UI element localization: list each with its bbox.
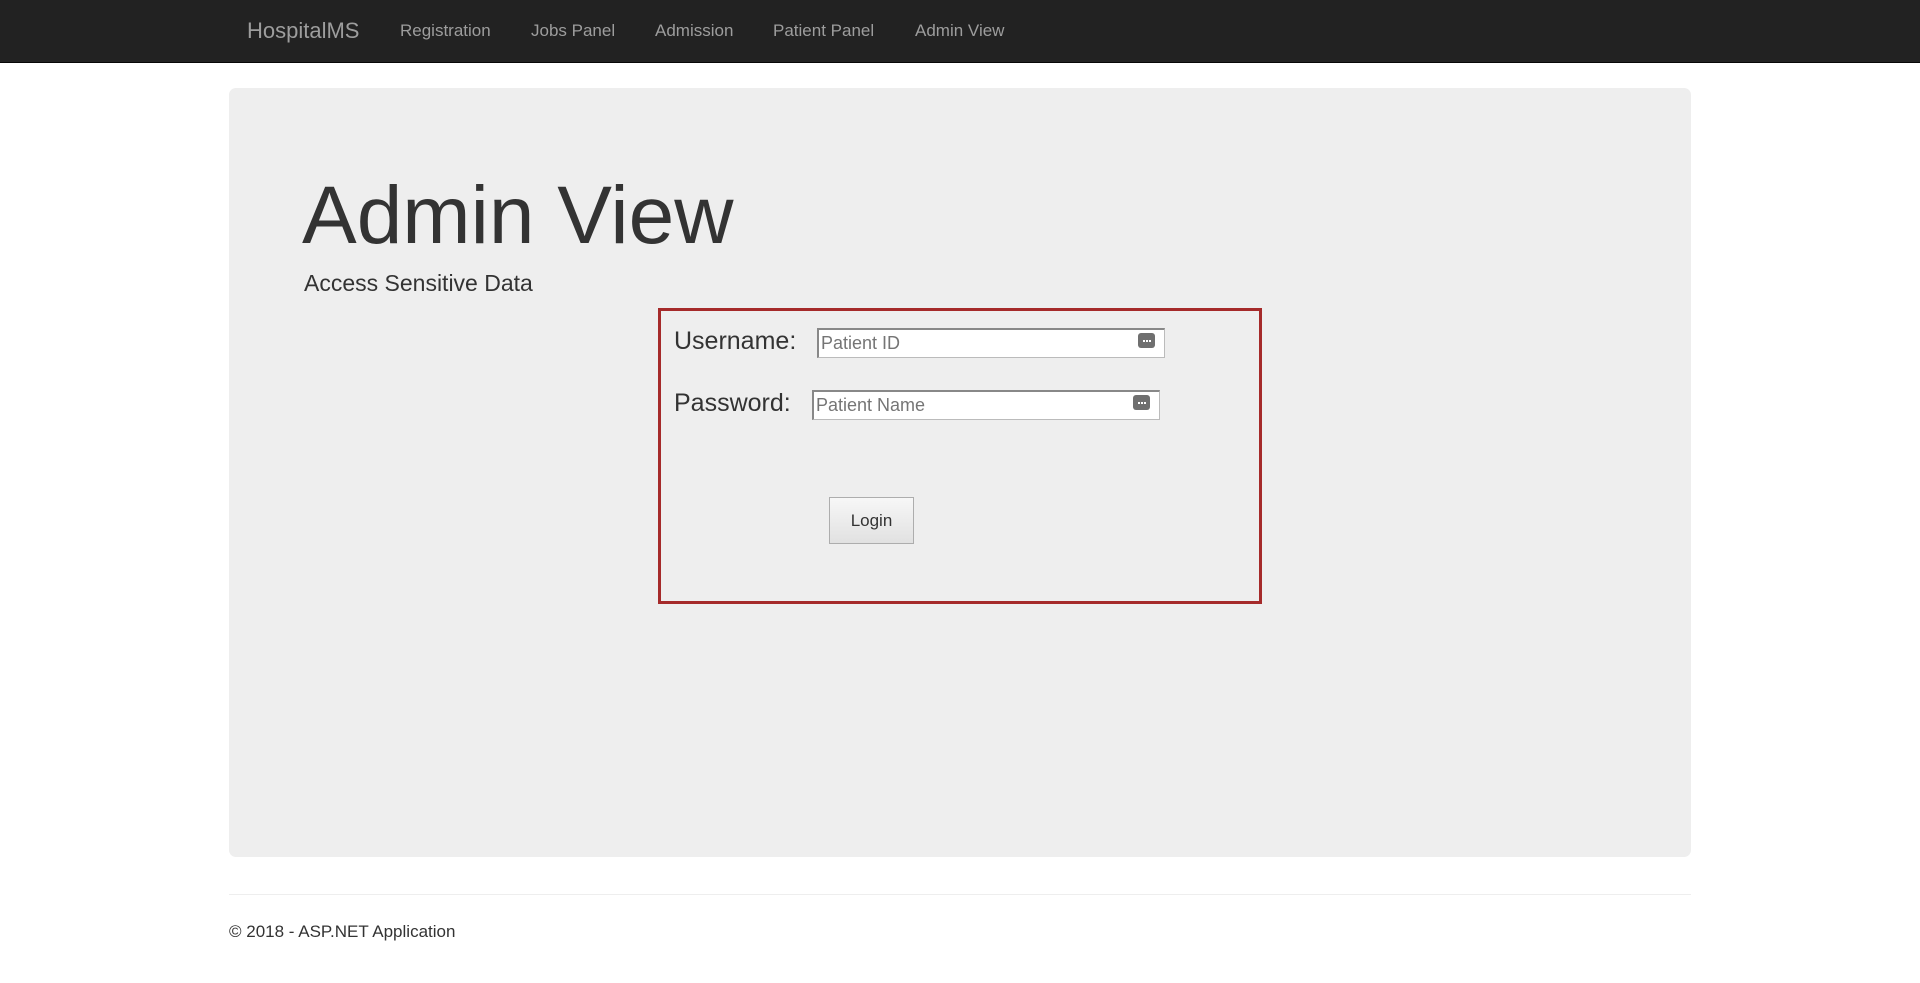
username-input[interactable] [817, 328, 1165, 358]
brand-link[interactable]: HospitalMS [247, 18, 359, 44]
page-subtitle: Access Sensitive Data [304, 270, 533, 296]
nav-link-admin-view[interactable]: Admin View [915, 21, 1004, 41]
nav-link-registration[interactable]: Registration [400, 21, 491, 41]
nav-link-patient-panel[interactable]: Patient Panel [773, 21, 874, 41]
username-label: Username: [674, 327, 797, 355]
footer-copyright: © 2018 - ASP.NET Application [229, 922, 456, 941]
password-input[interactable] [812, 390, 1160, 420]
top-navbar: HospitalMS Registration Jobs Panel Admis… [0, 0, 1920, 63]
login-button[interactable]: Login [829, 497, 914, 544]
page-title: Admin View [302, 170, 734, 261]
nav-link-admission[interactable]: Admission [655, 21, 733, 41]
password-manager-key-icon[interactable] [1138, 333, 1155, 348]
password-manager-key-icon[interactable] [1133, 395, 1150, 410]
nav-link-jobs-panel[interactable]: Jobs Panel [531, 21, 615, 41]
password-label: Password: [674, 389, 791, 417]
footer-divider [229, 894, 1691, 895]
